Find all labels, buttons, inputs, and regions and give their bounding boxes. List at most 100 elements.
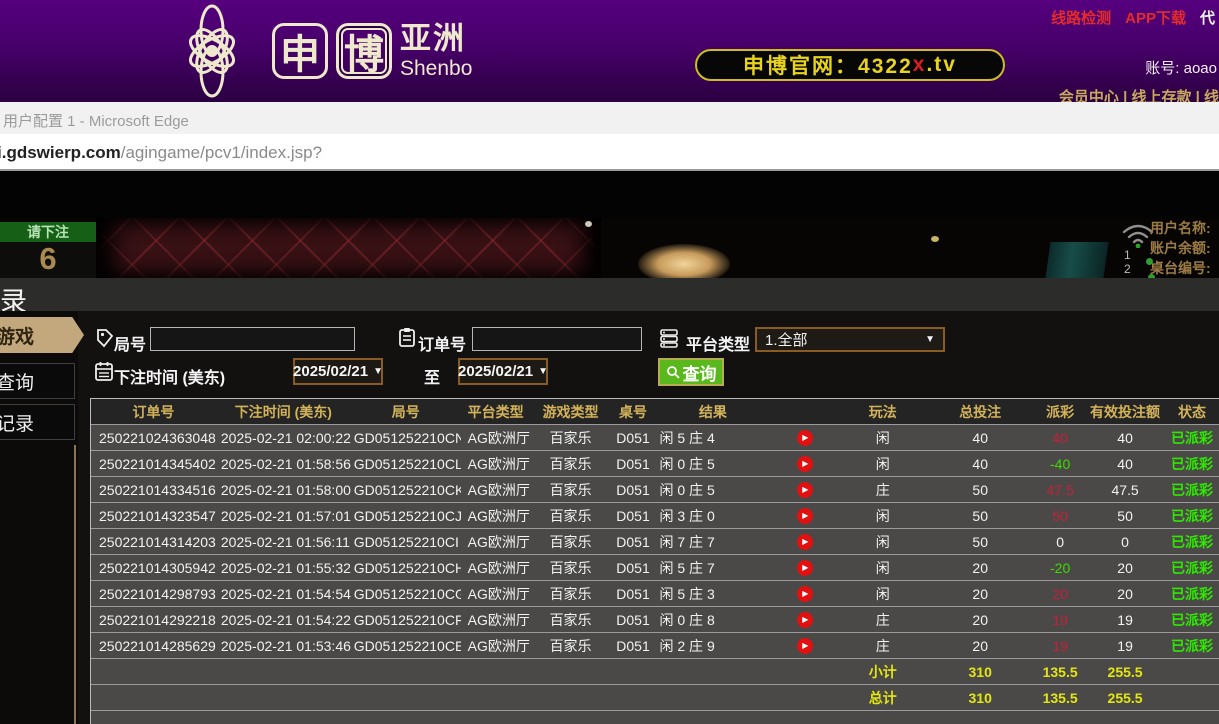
table-cell xyxy=(770,711,840,724)
table-cell: 20 xyxy=(925,581,1035,606)
table-cell: D051 xyxy=(611,503,656,528)
table-cell xyxy=(1035,711,1085,724)
table-cell: D051 xyxy=(611,633,656,658)
table-cell: 闲 0 庄 5 xyxy=(655,477,770,502)
table-cell xyxy=(91,685,216,710)
table-cell xyxy=(655,659,770,684)
date-from-picker[interactable]: 2025/02/21 ▼ xyxy=(293,358,383,385)
round-input[interactable] xyxy=(150,327,355,351)
play-video-button[interactable]: ▶ xyxy=(797,482,813,498)
table-cell: -40 xyxy=(1035,451,1085,476)
bet-time-label: 下注时间 (美东) xyxy=(114,364,225,388)
official-site-badge[interactable]: 申博官网：4322x.tv xyxy=(695,49,1005,81)
header-link[interactable]: 代 xyxy=(1200,7,1215,28)
table-cell: 2025-02-21 01:58:56 xyxy=(216,451,351,476)
table-cell: 50 xyxy=(925,477,1035,502)
table-cell: 47.5 xyxy=(1085,477,1165,502)
table-cell: 250221014334516 xyxy=(91,477,216,502)
table-row: 2502210142987932025-02-21 01:54:54GD0512… xyxy=(91,581,1219,607)
table-cell: 19 xyxy=(1085,633,1165,658)
search-button-label: 查询 xyxy=(683,360,717,385)
table-cell: 50 xyxy=(1035,503,1085,528)
table-cell: 50 xyxy=(925,529,1035,554)
table-cell: 2025-02-21 01:56:11 xyxy=(216,529,351,554)
date-to-picker[interactable]: 2025/02/21 ▼ xyxy=(458,358,548,385)
sidebar-item-2[interactable]: 查询 xyxy=(0,363,75,399)
overlay-label: 用户名称: xyxy=(1150,218,1219,238)
table-cell: D051 xyxy=(611,477,656,502)
table-cell xyxy=(655,685,770,710)
play-video-button[interactable]: ▶ xyxy=(797,560,813,576)
platform-select[interactable]: 1.全部 ▼ xyxy=(755,327,945,352)
table-cell: 250221014305942 xyxy=(91,555,216,580)
header-link[interactable]: 线路检测 xyxy=(1051,7,1111,28)
table-cell: 2025-02-21 01:54:54 xyxy=(216,581,351,606)
table-cell: 小计 xyxy=(840,659,925,684)
table-cell: 2025-02-21 01:58:00 xyxy=(216,477,351,502)
play-video-button[interactable]: ▶ xyxy=(797,638,813,654)
table-cell xyxy=(840,711,925,724)
table-cell: 闲 xyxy=(840,451,925,476)
table-cell: 250221014314203 xyxy=(91,529,216,554)
logo-sub-label: Shenbo xyxy=(400,58,472,79)
table-cell: 40 xyxy=(1085,451,1165,476)
window-titlebar[interactable]: 用户配置 1 - Microsoft Edge xyxy=(0,102,1219,134)
table-cell xyxy=(611,659,656,684)
table-cell: 20 xyxy=(925,607,1035,632)
address-bar[interactable]: i.gdswierp.com/agingame/pcv1/index.jsp? xyxy=(0,134,1219,171)
table-cell: 20 xyxy=(925,555,1035,580)
play-video-button[interactable]: ▶ xyxy=(797,612,813,628)
table-header-cell: 结果 xyxy=(655,399,770,424)
table-cell: 19 xyxy=(1035,633,1085,658)
table-cell: D051 xyxy=(611,451,656,476)
table-cell: 百家乐 xyxy=(531,425,611,450)
play-video-button[interactable]: ▶ xyxy=(797,508,813,524)
table-cell xyxy=(351,711,461,724)
table-cell: 庄 xyxy=(840,633,925,658)
light-dot xyxy=(585,221,592,227)
search-button[interactable]: 查询 xyxy=(658,358,724,386)
sidebar-accent-line xyxy=(74,445,76,724)
table-cell: GD051252210CJ xyxy=(351,503,461,528)
table-cell: 2025-02-21 01:54:22 xyxy=(216,607,351,632)
table-cell: 闲 3 庄 0 xyxy=(655,503,770,528)
table-cell: 20 xyxy=(925,633,1035,658)
black-gap xyxy=(0,171,1219,218)
table-header-cell xyxy=(770,399,840,424)
table-cell: 已派彩 xyxy=(1165,607,1219,632)
play-video-button[interactable]: ▶ xyxy=(797,586,813,602)
table-header-cell: 局号 xyxy=(351,399,461,424)
table-row: 2502210143059422025-02-21 01:55:32GD0512… xyxy=(91,555,1219,581)
table-cell: 百家乐 xyxy=(531,633,611,658)
table-cell: AG欧洲厅 xyxy=(461,633,531,658)
flower-logo-icon xyxy=(160,2,264,100)
page-title-band: 录 xyxy=(0,278,1219,311)
table-cell: GD051252210CG xyxy=(351,581,461,606)
table-cell: ▶ xyxy=(770,555,840,580)
table-cell: AG欧洲厅 xyxy=(461,581,531,606)
table-cell: 50 xyxy=(925,503,1035,528)
play-video-button[interactable]: ▶ xyxy=(797,534,813,550)
table-header-cell: 总投注 xyxy=(925,399,1035,424)
table-cell xyxy=(770,685,840,710)
order-input[interactable] xyxy=(472,327,642,351)
table-cell xyxy=(351,685,461,710)
table-cell: 已派彩 xyxy=(1165,555,1219,580)
bet-prompt: 请下注 xyxy=(0,222,96,242)
header-link[interactable]: APP下载 xyxy=(1125,7,1186,28)
table-cell: 闲 7 庄 7 xyxy=(655,529,770,554)
play-video-button[interactable]: ▶ xyxy=(797,430,813,446)
table-cell: 20 xyxy=(1085,555,1165,580)
table-cell: 255.5 xyxy=(1085,659,1165,684)
to-label: 至 xyxy=(424,364,440,388)
sidebar-item-3[interactable]: 记录 xyxy=(0,404,75,440)
chevron-down-icon: ▼ xyxy=(373,366,383,377)
sidebar-item-1[interactable]: 游戏 xyxy=(0,317,84,353)
sidebar-item-label: 记录 xyxy=(0,409,34,436)
table-cell: 庄 xyxy=(840,477,925,502)
play-video-button[interactable]: ▶ xyxy=(797,456,813,472)
table-cell: 已派彩 xyxy=(1165,581,1219,606)
table-cell xyxy=(91,659,216,684)
table-row: 2502210143345162025-02-21 01:58:00GD0512… xyxy=(91,477,1219,503)
table-cell: 百家乐 xyxy=(531,581,611,606)
